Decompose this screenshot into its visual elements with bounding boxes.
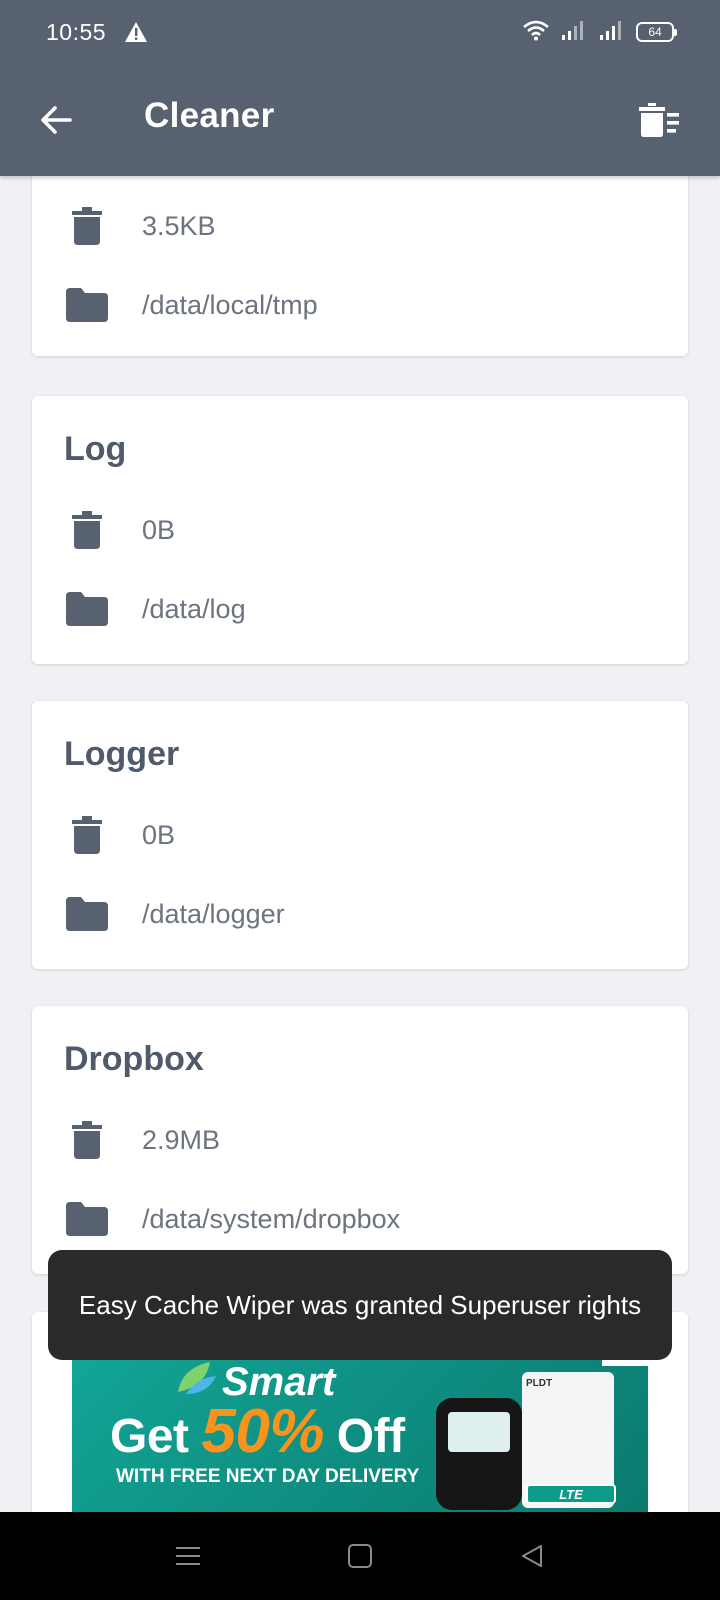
- warning-icon: [124, 21, 148, 43]
- wifi-icon: [522, 19, 550, 46]
- back-button[interactable]: [36, 100, 76, 140]
- cache-path: /data/local/tmp: [142, 289, 318, 320]
- status-time: 10:55: [46, 18, 107, 45]
- folder-icon: [64, 1197, 110, 1241]
- path-row: /data/log: [64, 587, 246, 631]
- folder-icon: [64, 892, 110, 936]
- size-row: 0B: [64, 813, 175, 857]
- cache-size: 0B: [142, 514, 176, 545]
- clean-all-button[interactable]: [638, 98, 682, 142]
- list-item[interactable]: 3.5KB /data/local/tmp: [32, 176, 688, 356]
- card-title: Log: [64, 430, 127, 468]
- toast-message: Easy Cache Wiper was granted Superuser r…: [48, 1250, 672, 1360]
- ad-headline: Get 50% Off: [110, 1396, 405, 1467]
- path-row: /data/logger: [64, 892, 285, 936]
- ad-headline-suffix: Off: [336, 1410, 405, 1463]
- cache-size: 2.9MB: [142, 1124, 221, 1155]
- cache-path: /data/logger: [142, 898, 285, 929]
- battery-icon: 64: [636, 22, 677, 42]
- folder-icon: [64, 587, 110, 631]
- triangle-back-icon: [522, 1545, 542, 1567]
- ad-corner: [602, 1360, 648, 1366]
- smart-logo-icon: [178, 1362, 216, 1394]
- trash-icon: [64, 204, 110, 248]
- list-item[interactable]: Log 0B /data/log: [32, 396, 688, 664]
- ad-headline-percent: 50%: [201, 1397, 324, 1466]
- recents-button[interactable]: [168, 1536, 208, 1576]
- size-row: 3.5KB: [64, 204, 216, 248]
- system-nav-bar: [0, 1512, 720, 1600]
- page-title: Cleaner: [144, 96, 275, 135]
- card-title: Dropbox: [64, 1040, 204, 1078]
- pocket-wifi-image: [436, 1398, 522, 1510]
- device-screen: [448, 1412, 510, 1452]
- trash-list-icon: [639, 103, 679, 137]
- lte-badge: LTE: [526, 1484, 616, 1504]
- back-nav-button[interactable]: [512, 1536, 552, 1576]
- signal-icon: [560, 19, 588, 46]
- ad-headline-prefix: Get: [110, 1410, 189, 1463]
- list-item[interactable]: Dropbox 2.9MB /data/system/dropbox: [32, 1006, 688, 1274]
- status-indicators: 64: [522, 19, 677, 46]
- square-icon: [348, 1544, 372, 1568]
- path-row: /data/system/dropbox: [64, 1197, 400, 1241]
- status-bar: 10:55 64: [0, 0, 720, 64]
- trash-icon: [64, 508, 110, 552]
- list-item[interactable]: Logger 0B /data/logger: [32, 701, 688, 969]
- router-label: PLDT: [526, 1378, 553, 1389]
- cache-size: 0B: [142, 819, 176, 850]
- card-title: Logger: [64, 735, 180, 773]
- app-bar: Cleaner: [0, 64, 720, 176]
- trash-icon: [64, 813, 110, 857]
- cache-size: 3.5KB: [142, 210, 216, 241]
- trash-icon: [64, 1118, 110, 1162]
- signal-icon-2: [598, 19, 626, 46]
- menu-icon: [176, 1547, 200, 1565]
- ad-subline: WITH FREE NEXT DAY DELIVERY: [116, 1466, 420, 1487]
- ad-banner[interactable]: Smart Get 50% Off WITH FREE NEXT DAY DEL…: [72, 1360, 648, 1512]
- path-row: /data/local/tmp: [64, 283, 318, 327]
- size-row: 0B: [64, 508, 175, 552]
- home-button[interactable]: [340, 1536, 380, 1576]
- cache-path: /data/system/dropbox: [142, 1203, 401, 1234]
- folder-icon: [64, 283, 110, 327]
- size-row: 2.9MB: [64, 1118, 220, 1162]
- arrow-left-icon: [41, 106, 72, 134]
- cache-path: /data/log: [142, 593, 246, 624]
